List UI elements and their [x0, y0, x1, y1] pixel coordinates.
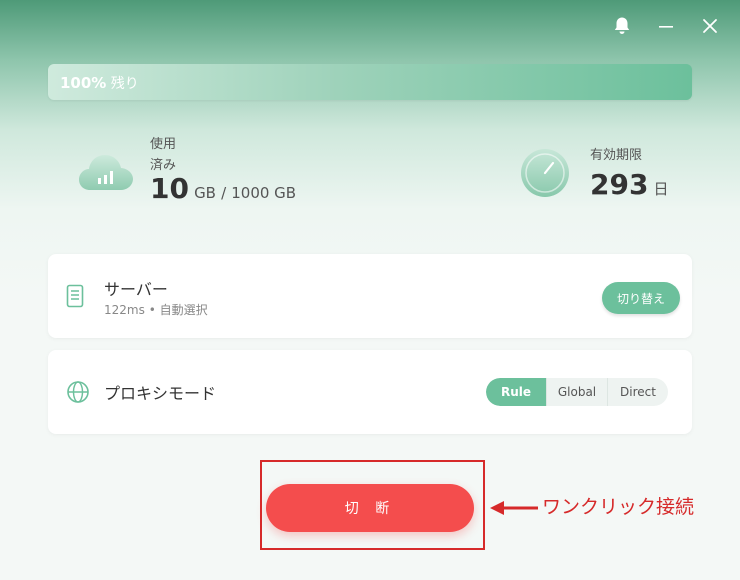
close-icon[interactable]	[696, 12, 724, 40]
server-icon	[66, 284, 84, 312]
expiry-label: 有効期限	[590, 148, 643, 163]
server-card: サーバー 122ms • 自動選択 切り替え	[48, 254, 692, 338]
days-unit: 日	[653, 180, 669, 198]
total-amount: 1000 GB	[231, 184, 297, 202]
mode-direct-tab[interactable]: Direct	[607, 378, 668, 406]
server-info-dot: •	[148, 303, 156, 317]
quota-percent: 100%	[60, 74, 107, 92]
clock-icon	[518, 146, 572, 204]
used-amount: 10	[150, 172, 189, 205]
usage-separator: /	[221, 184, 227, 202]
server-selection: 自動選択	[159, 303, 208, 317]
server-latency: 122ms	[104, 303, 145, 317]
annotation-arrow-icon	[488, 498, 540, 522]
proxy-mode-card: プロキシモード Rule Global Direct	[48, 350, 692, 434]
quota-remaining-text: 100% 残り	[60, 73, 139, 93]
server-info: 122ms • 自動選択	[104, 301, 208, 318]
annotation-text: ワンクリック接続	[542, 496, 695, 518]
bell-icon[interactable]	[608, 12, 636, 40]
proxy-mode-title: プロキシモード	[104, 384, 217, 403]
usage-label: 使用 済み	[150, 134, 210, 176]
minimize-icon[interactable]	[652, 12, 680, 40]
quota-progress-fill	[48, 64, 692, 100]
quota-remaining-label: 残り	[110, 76, 139, 92]
proxy-mode-selector: Rule Global Direct	[486, 378, 668, 406]
days-remaining: 293	[590, 168, 649, 201]
quota-progress-bar: 100% 残り	[48, 64, 692, 100]
globe-icon	[66, 380, 90, 408]
disconnect-button[interactable]: 切 断	[266, 484, 474, 532]
usage-value: 10 GB / 1000 GB	[150, 172, 296, 205]
usage-label-line1: 使用	[150, 137, 177, 152]
switch-server-button[interactable]: 切り替え	[602, 282, 680, 314]
mode-global-tab[interactable]: Global	[546, 378, 607, 406]
cloud-icon	[76, 148, 138, 200]
server-title: サーバー	[104, 280, 168, 299]
mode-rule-tab[interactable]: Rule	[486, 378, 546, 406]
expiry-value: 293 日	[590, 168, 669, 201]
used-unit: GB	[194, 184, 216, 202]
